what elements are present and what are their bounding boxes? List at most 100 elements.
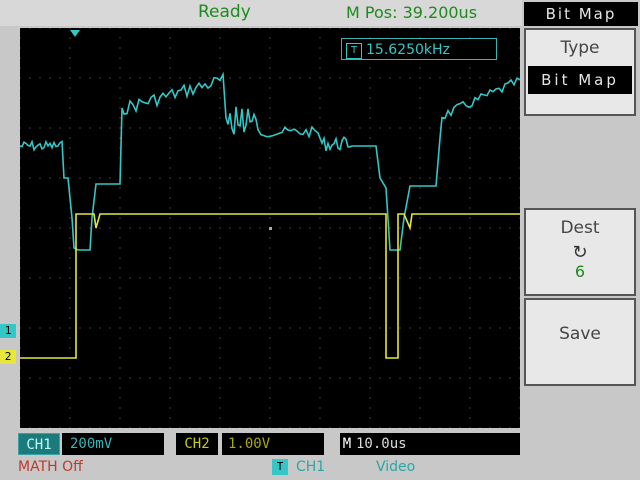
graticule-dot	[119, 377, 121, 379]
graticule-dot	[149, 277, 151, 279]
graticule-dot	[419, 347, 421, 349]
graticule-dot	[19, 237, 21, 239]
graticule-dot	[59, 427, 61, 429]
graticule-dot	[89, 327, 91, 329]
graticule-dot	[69, 167, 71, 169]
graticule-dot	[219, 417, 221, 419]
graticule-dot	[369, 107, 371, 109]
graticule-dot	[239, 77, 241, 79]
ch1-ground-marker[interactable]: 1	[0, 324, 16, 338]
graticule-dot	[409, 127, 411, 129]
graticule-dot	[299, 327, 301, 329]
graticule-dot	[369, 217, 371, 219]
graticule-dot	[169, 127, 171, 129]
graticule-dot	[319, 217, 321, 219]
graticule-dot	[259, 227, 261, 229]
graticule-dot	[319, 187, 321, 189]
dest-menu-button[interactable]: Dest ↻ 6	[524, 208, 636, 296]
graticule-dot	[219, 187, 221, 189]
graticule-dot	[439, 427, 441, 429]
graticule-dot	[319, 347, 321, 349]
graticule-dot	[339, 227, 341, 229]
graticule-dot	[109, 177, 111, 179]
graticule-dot	[239, 327, 241, 329]
graticule-dot	[519, 137, 521, 139]
graticule-dot	[309, 77, 311, 79]
graticule-dot	[69, 47, 71, 49]
graticule-dot	[359, 177, 361, 179]
graticule-dot	[109, 277, 111, 279]
graticule-dot	[69, 347, 71, 349]
graticule-dot	[169, 187, 171, 189]
graticule-dot	[469, 77, 471, 79]
graticule-dot	[169, 297, 171, 299]
graticule-dot	[119, 277, 121, 279]
graticule-dot	[19, 327, 21, 329]
graticule-dot	[469, 217, 471, 219]
graticule-dot	[419, 407, 421, 409]
graticule-dot	[319, 427, 321, 429]
graticule-dot	[229, 427, 231, 429]
graticule-dot	[369, 377, 371, 379]
graticule-dot	[69, 417, 71, 419]
graticule-dot	[359, 227, 361, 229]
graticule-dot	[279, 77, 281, 79]
graticule-dot	[159, 177, 161, 179]
graticule-dot	[389, 277, 391, 279]
graticule-dot	[519, 217, 521, 219]
graticule-dot	[269, 297, 271, 299]
trigger-mode: Video	[376, 459, 416, 475]
graticule-dot	[399, 327, 401, 329]
graticule-dot	[169, 117, 171, 119]
graticule-dot	[419, 327, 421, 329]
trigger-icon: T	[346, 43, 362, 59]
graticule-dot	[199, 177, 201, 179]
graticule-dot	[519, 27, 521, 29]
graticule-dot	[219, 197, 221, 199]
graticule-dot	[69, 177, 71, 179]
graticule-dot	[69, 97, 71, 99]
graticule-dot	[439, 77, 441, 79]
graticule-dot	[469, 127, 471, 129]
ch1-label[interactable]: CH1	[18, 433, 60, 455]
graticule-dot	[419, 307, 421, 309]
graticule-dot	[319, 227, 321, 229]
graticule-dot	[169, 87, 171, 89]
ch2-label[interactable]: CH2	[176, 433, 218, 455]
graticule-dot	[279, 227, 281, 229]
graticule-dot	[59, 327, 61, 329]
graticule-dot	[419, 67, 421, 69]
graticule-dot	[219, 357, 221, 359]
graticule-dot	[419, 147, 421, 149]
graticule-dot	[479, 227, 481, 229]
graticule-dot	[509, 327, 511, 329]
graticule-dot	[419, 287, 421, 289]
graticule-dot	[69, 277, 71, 279]
graticule-dot	[19, 367, 21, 369]
graticule-dot	[319, 57, 321, 59]
graticule-dot	[19, 157, 21, 159]
graticule-dot	[299, 177, 301, 179]
graticule-dot	[489, 427, 491, 429]
graticule-dot	[419, 197, 421, 199]
graticule-dot	[519, 237, 521, 239]
graticule-dot	[169, 157, 171, 159]
graticule-dot	[369, 327, 371, 329]
graticule-dot	[239, 227, 241, 229]
save-menu-button[interactable]: Save	[524, 298, 636, 386]
graticule-dot	[299, 77, 301, 79]
graticule-dot	[279, 127, 281, 129]
graticule-dot	[469, 147, 471, 149]
graticule-dot	[249, 27, 251, 29]
graticule-dot	[359, 377, 361, 379]
type-menu-button[interactable]: Type Bit Map	[524, 28, 636, 116]
ch2-ground-marker[interactable]: 2	[0, 350, 16, 364]
graticule-dot	[19, 67, 21, 69]
graticule-dot	[209, 177, 211, 179]
graticule-dot	[269, 387, 271, 389]
graticule-dot	[269, 187, 271, 189]
graticule-dot	[389, 377, 391, 379]
graticule-dot	[279, 27, 281, 29]
graticule-dot	[189, 427, 191, 429]
graticule-dot	[109, 27, 111, 29]
